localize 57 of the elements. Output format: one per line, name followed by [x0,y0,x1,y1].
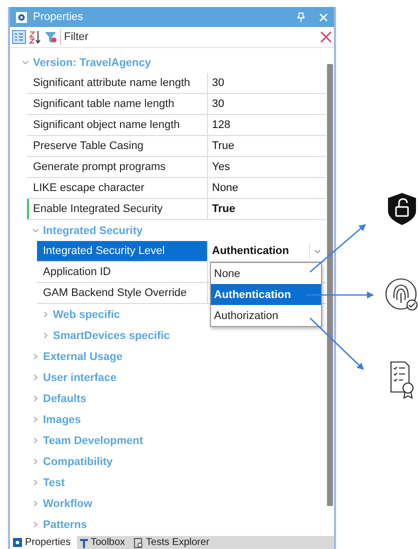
property-name[interactable]: Significant object name length [27,115,208,135]
dropdown-option[interactable]: Authorization [211,305,321,326]
chevron-icon[interactable] [22,59,29,66]
property-value[interactable]: Authentication [208,241,326,261]
chevron-icon[interactable] [32,227,39,234]
property-value[interactable]: True [208,136,326,156]
property-value[interactable]: 30 [208,73,326,93]
pin-icon[interactable] [297,12,305,22]
certificate-icon [390,361,414,399]
property-name[interactable]: Preserve Table Casing [27,136,208,156]
property-name[interactable]: Enable Integrated Security [27,199,208,219]
clear-icon[interactable] [320,31,332,43]
sort-icon[interactable] [29,30,41,44]
property-value[interactable]: 128 [208,115,326,135]
property-name[interactable]: Generate prompt programs [27,157,208,177]
arrow [310,224,366,272]
chevron-icon[interactable] [32,374,39,381]
chevron-icon[interactable] [32,500,39,507]
window-title: Properties [33,11,84,23]
gear-icon [13,538,22,547]
chevron-icon[interactable] [42,311,49,318]
panel-tab[interactable]: Tests Explorer [131,536,216,549]
chevron-icon[interactable] [32,521,39,528]
chevron-icon[interactable] [42,332,49,339]
property-name[interactable]: Integrated Security Level [37,241,208,261]
document-icon [134,538,144,548]
chevron-icon[interactable] [32,395,39,402]
chevron-icon[interactable] [32,353,39,360]
dropdown-option[interactable]: Authentication [211,284,321,305]
arrow [310,318,364,370]
property-name[interactable]: LIKE escape character [27,178,208,198]
arrow [306,292,374,298]
chevron-icon[interactable] [32,458,39,465]
panel-tab[interactable]: Toolbox [76,536,132,549]
close-icon[interactable] [319,12,328,22]
dropdown-option[interactable]: None [211,263,321,284]
tab-label: Toolbox [90,537,126,548]
property-value[interactable]: 30 [208,94,326,114]
tab-label: Properties [25,537,71,548]
hammer-icon [80,538,88,548]
caret-icon [314,248,320,254]
property-name[interactable]: Application ID [37,262,208,282]
tab-label: Tests Explorer [146,537,210,548]
property-name[interactable]: GAM Backend Style Override [37,283,208,303]
property-name[interactable]: Significant table name length [27,94,208,114]
chevron-icon[interactable] [32,416,39,423]
filter-icon[interactable] [44,30,57,44]
property-value[interactable]: True [208,199,326,219]
panel-tab[interactable]: Properties [10,536,77,549]
categorized-icon[interactable] [12,30,26,44]
property-name[interactable]: Significant attribute name length [27,73,208,93]
chevron-icon[interactable] [32,479,39,486]
chevron-icon[interactable] [32,437,39,444]
gear-icon [16,12,27,22]
property-value[interactable]: None [208,178,326,198]
scrollbar-thumb[interactable] [327,64,333,506]
property-value[interactable]: Yes [208,157,326,177]
